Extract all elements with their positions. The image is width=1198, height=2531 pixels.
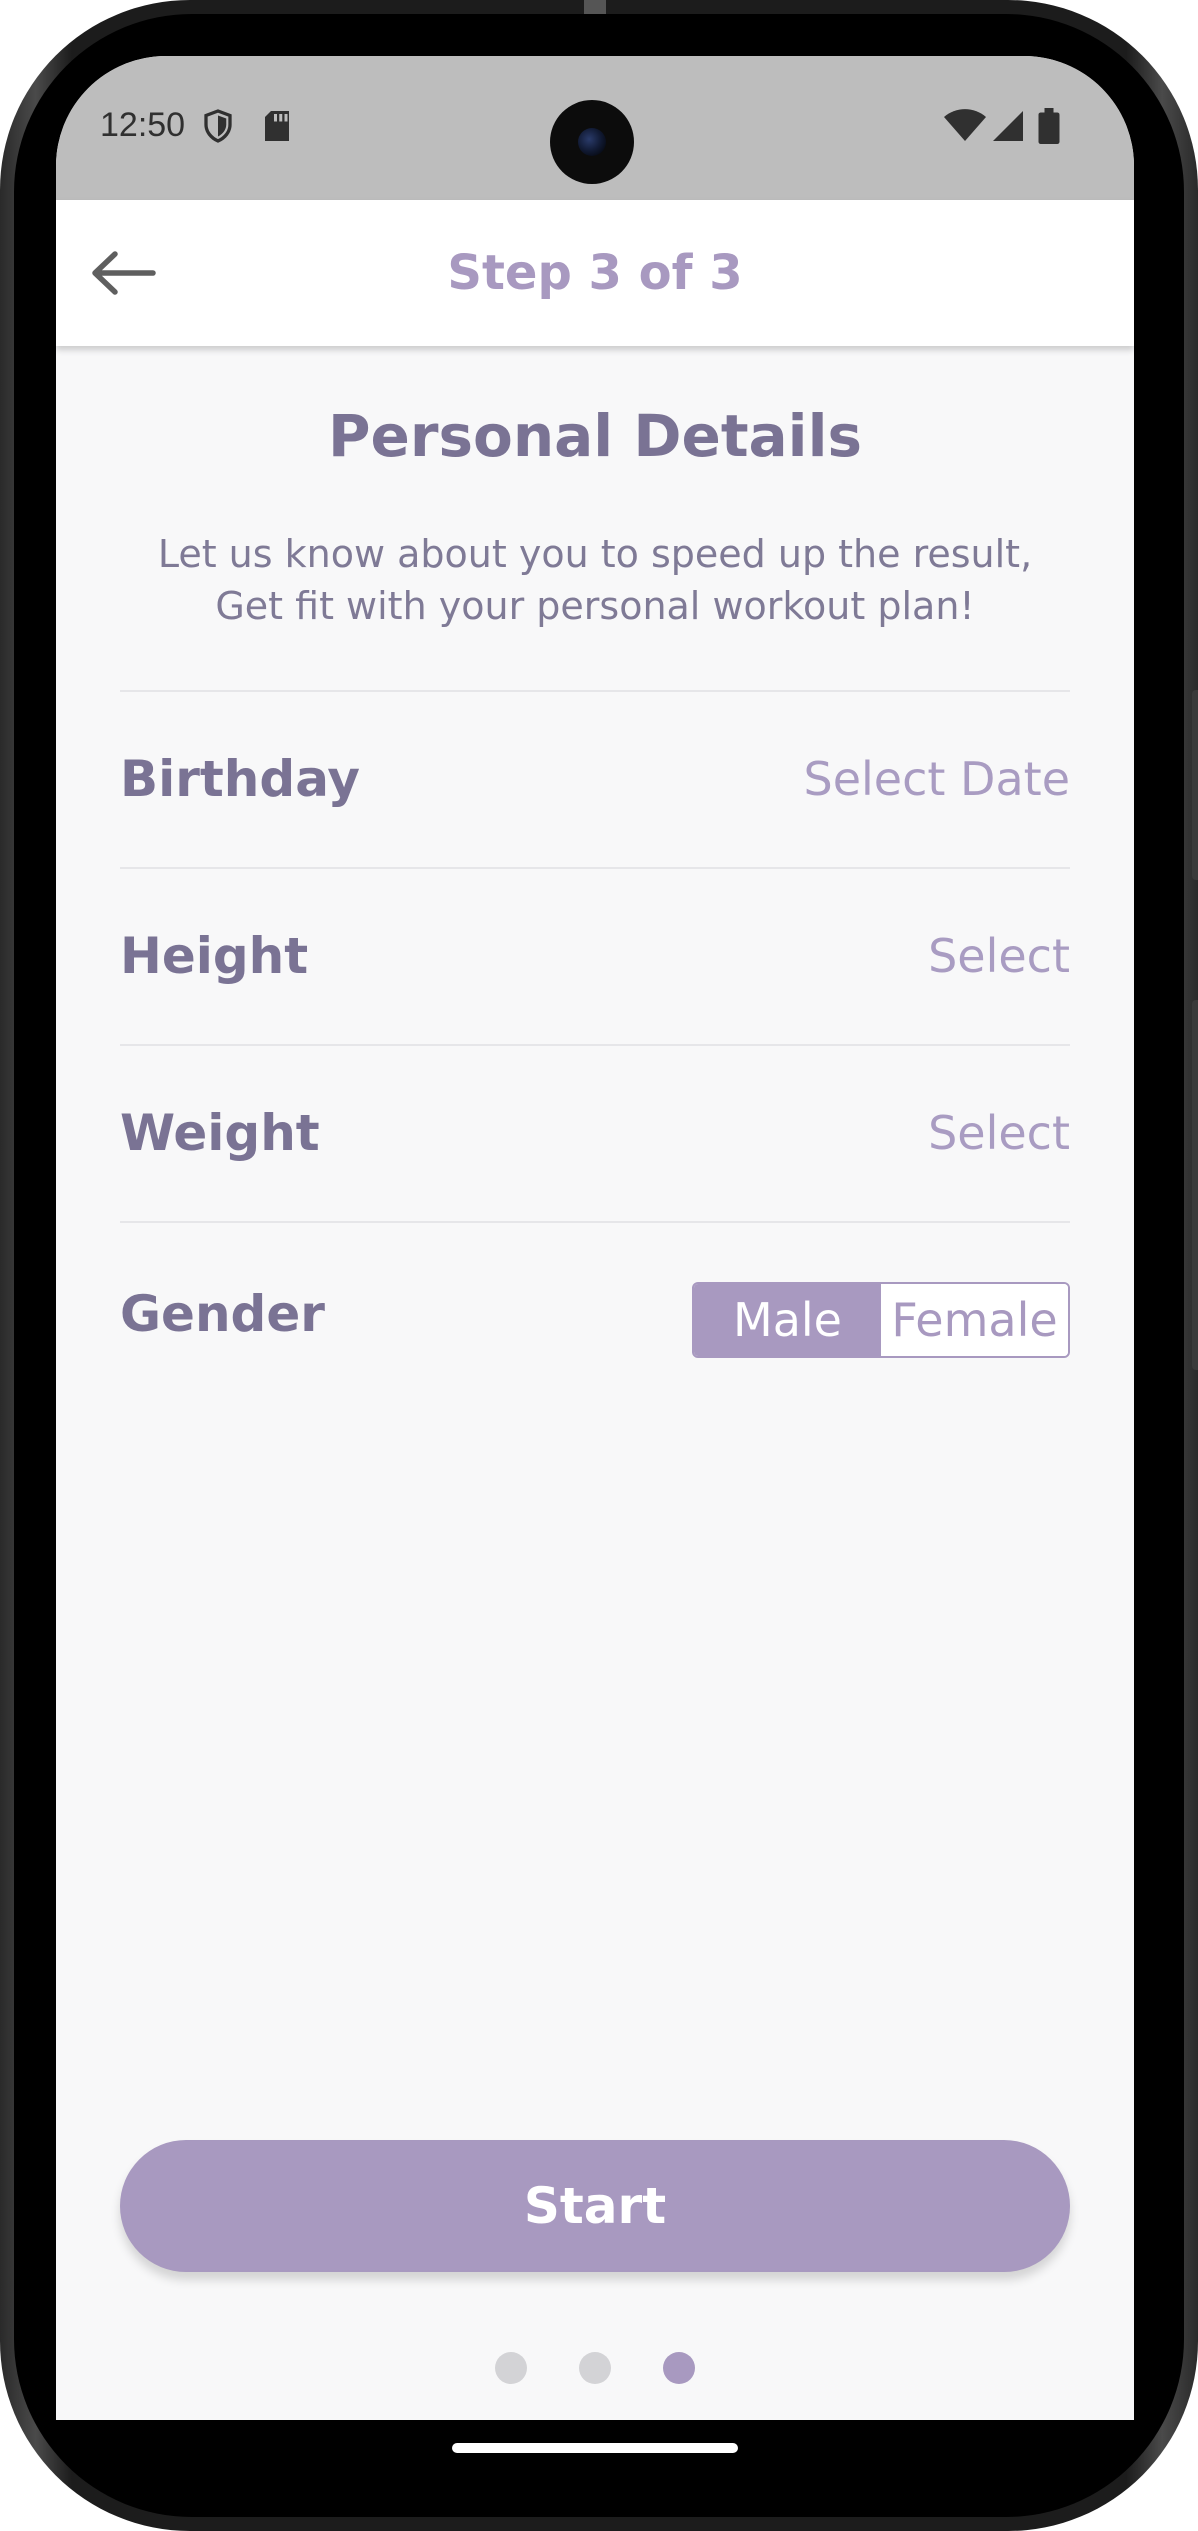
wifi-icon bbox=[944, 109, 986, 141]
gender-toggle: Male Female bbox=[692, 1282, 1070, 1358]
gender-option-male[interactable]: Male bbox=[694, 1284, 881, 1356]
status-bar: 12:50 bbox=[56, 56, 1134, 200]
gender-option-female[interactable]: Female bbox=[881, 1284, 1068, 1356]
status-time: 12:50 bbox=[100, 106, 186, 144]
home-indicator[interactable] bbox=[452, 2443, 738, 2453]
page-title: Personal Details bbox=[328, 402, 862, 470]
back-button[interactable] bbox=[86, 238, 162, 308]
pager-dot-active bbox=[663, 2352, 695, 2384]
page-subtitle: Let us know about you to speed up the re… bbox=[116, 528, 1074, 632]
height-label: Height bbox=[120, 927, 309, 985]
subtitle-line: Get fit with your personal workout plan! bbox=[215, 584, 975, 628]
app-screen: 12:50 Step 3 of 3 Personal Details Let u… bbox=[56, 56, 1134, 2420]
birthday-label: Birthday bbox=[120, 750, 360, 808]
pager-dot bbox=[495, 2352, 527, 2384]
height-select[interactable]: Select bbox=[928, 868, 1070, 1044]
volume-button bbox=[1192, 690, 1198, 880]
arrow-left-icon bbox=[92, 251, 156, 295]
cellular-signal-icon bbox=[993, 111, 1023, 141]
phone-top-edge bbox=[584, 0, 606, 14]
pager-dots bbox=[56, 2352, 1134, 2388]
phone-frame: 12:50 Step 3 of 3 Personal Details Let u… bbox=[0, 0, 1198, 2531]
start-button[interactable]: Start bbox=[120, 2140, 1070, 2272]
shield-icon bbox=[204, 109, 232, 143]
weight-row[interactable]: Weight Select bbox=[120, 1045, 1070, 1221]
subtitle-line: Let us know about you to speed up the re… bbox=[157, 532, 1033, 576]
birthday-row[interactable]: Birthday Select Date bbox=[120, 691, 1070, 867]
power-button bbox=[1192, 1000, 1198, 1370]
sd-card-icon bbox=[265, 111, 289, 141]
front-camera bbox=[550, 100, 634, 184]
divider bbox=[120, 1221, 1070, 1223]
gender-row: Gender Male Female bbox=[120, 1226, 1070, 1402]
gender-label: Gender bbox=[120, 1285, 325, 1343]
height-row[interactable]: Height Select bbox=[120, 868, 1070, 1044]
app-bar: Step 3 of 3 bbox=[56, 200, 1134, 346]
pager-dot bbox=[579, 2352, 611, 2384]
battery-icon bbox=[1038, 108, 1060, 144]
weight-select[interactable]: Select bbox=[928, 1045, 1070, 1221]
step-indicator-title: Step 3 of 3 bbox=[447, 245, 743, 301]
birthday-select[interactable]: Select Date bbox=[804, 691, 1070, 867]
weight-label: Weight bbox=[120, 1104, 320, 1162]
